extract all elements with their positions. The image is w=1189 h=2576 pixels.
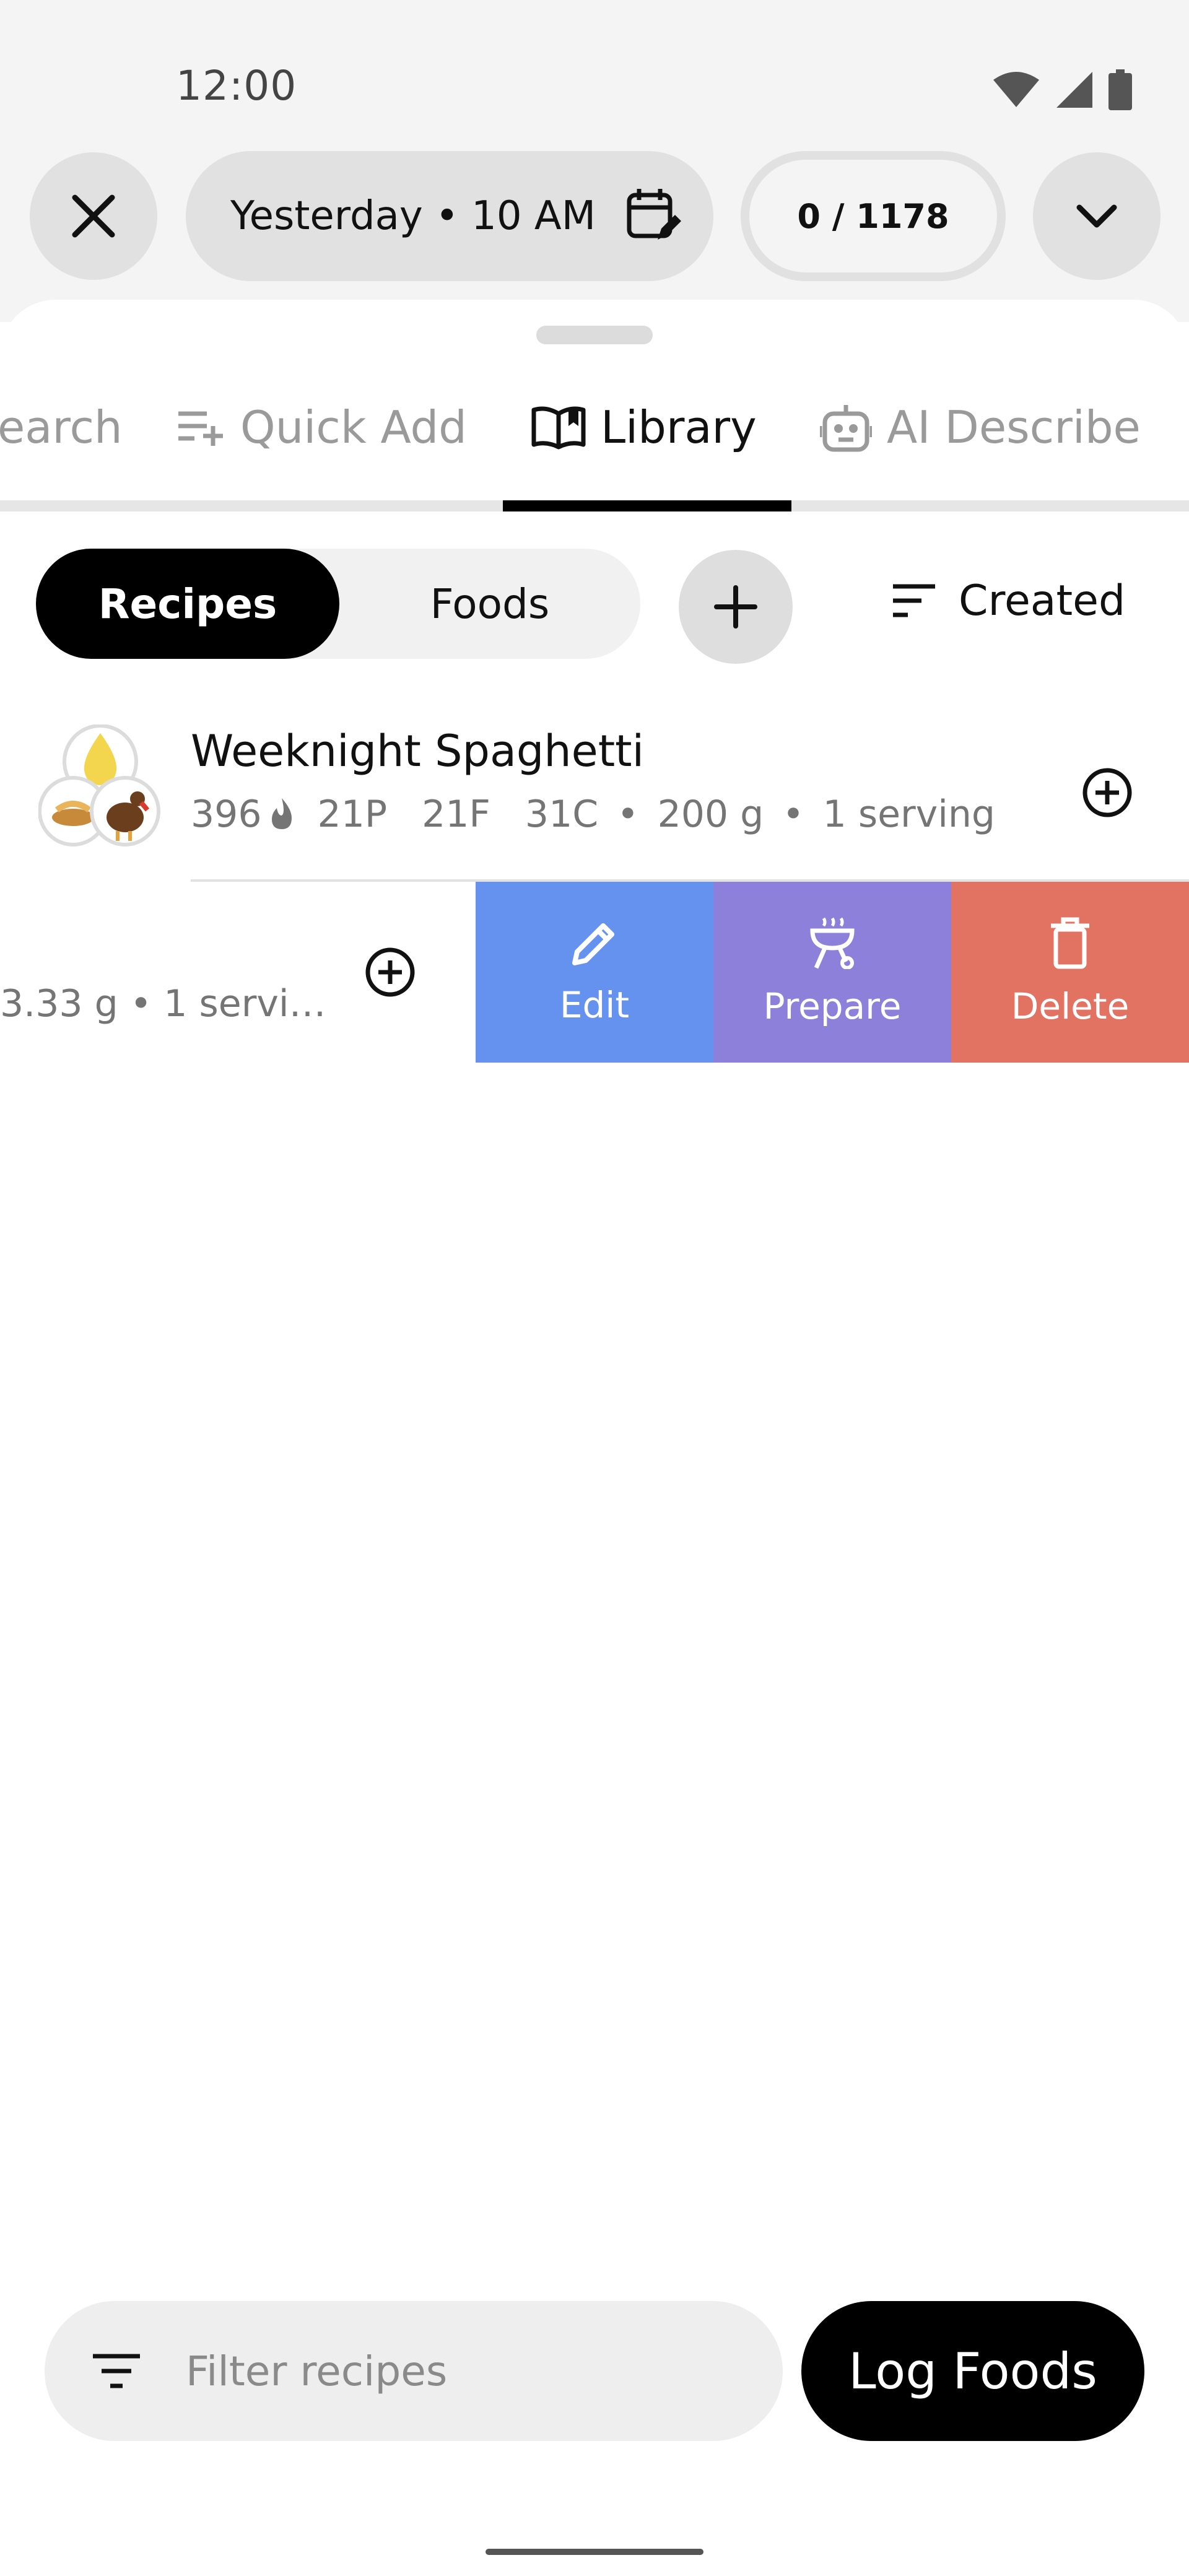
drag-handle[interactable] bbox=[536, 326, 653, 344]
plus-circle-icon bbox=[1082, 768, 1132, 817]
log-recipe-button-2[interactable] bbox=[359, 941, 421, 1003]
flame-icon bbox=[271, 798, 292, 829]
tab-ai-describe-label: AI Describe bbox=[887, 401, 1141, 453]
prepare-action-label: Prepare bbox=[763, 985, 902, 1027]
wifi-icon bbox=[993, 72, 1039, 107]
prepare-action[interactable]: Prepare bbox=[713, 882, 951, 1063]
tab-quick-add-label: Quick Add bbox=[240, 401, 467, 453]
add-recipe-button[interactable] bbox=[679, 550, 793, 664]
calorie-count[interactable]: 0 / 1178 bbox=[741, 151, 1006, 281]
close-button[interactable] bbox=[30, 152, 157, 280]
recipe-weight: 200 g bbox=[657, 793, 764, 836]
swiped-row-meta: 3.33 g • 1 servi… bbox=[0, 982, 326, 1025]
tab-quick-add[interactable]: Quick Add bbox=[176, 396, 467, 458]
battery-icon bbox=[1108, 69, 1132, 110]
status-icons bbox=[992, 69, 1132, 110]
delete-action[interactable]: Delete bbox=[951, 882, 1189, 1063]
signal-icon bbox=[1056, 72, 1092, 108]
separator-dot: • bbox=[782, 793, 804, 836]
sort-label: Created bbox=[959, 576, 1126, 625]
log-foods-button[interactable]: Log Foods bbox=[801, 2301, 1144, 2441]
tab-ai-describe[interactable]: AI Describe bbox=[820, 396, 1141, 458]
sort-icon bbox=[893, 584, 935, 617]
tab-library[interactable]: Library bbox=[531, 396, 757, 458]
playlist-add-icon bbox=[178, 411, 223, 446]
delete-action-label: Delete bbox=[1011, 985, 1130, 1027]
close-icon bbox=[72, 194, 115, 238]
recipe-title[interactable]: Weeknight Spaghetti bbox=[191, 726, 644, 777]
recipe-carbs: 31C bbox=[525, 793, 599, 836]
status-time: 12:00 bbox=[176, 62, 297, 110]
tab-library-label: Library bbox=[601, 401, 757, 453]
recipe-fat: 21F bbox=[422, 793, 490, 836]
pencil-icon bbox=[572, 923, 614, 965]
expand-button[interactable] bbox=[1033, 152, 1161, 280]
edit-action[interactable]: Edit bbox=[476, 882, 713, 1063]
open-book-icon bbox=[531, 406, 586, 450]
recipe-protein: 21P bbox=[317, 793, 388, 836]
calendar-edit-icon bbox=[627, 189, 681, 240]
tab-search-label: earch bbox=[0, 401, 123, 453]
filter-box[interactable] bbox=[45, 2301, 783, 2441]
grill-icon bbox=[810, 917, 855, 969]
recipe-nutrition: 396 21P 21F 31C • 200 g • 1 serving bbox=[191, 793, 995, 836]
log-recipe-button[interactable] bbox=[1076, 762, 1138, 824]
edit-action-label: Edit bbox=[559, 984, 630, 1026]
filter-recipes-input[interactable] bbox=[186, 2347, 681, 2395]
plus-icon bbox=[714, 585, 757, 629]
recipe-avatar bbox=[38, 724, 162, 855]
recipe-calories: 396 bbox=[191, 793, 262, 836]
date-time-label: Yesterday • 10 AM bbox=[230, 193, 596, 239]
chevron-down-icon bbox=[1076, 204, 1117, 228]
plus-circle-icon bbox=[365, 947, 415, 997]
separator-dot: • bbox=[617, 793, 639, 836]
filter-icon bbox=[93, 2354, 140, 2388]
tab-indicator bbox=[503, 500, 791, 511]
tab-search[interactable]: earch bbox=[0, 396, 123, 458]
sort-button[interactable]: Created bbox=[892, 570, 1125, 632]
date-time-selector[interactable]: Yesterday • 10 AM bbox=[186, 151, 713, 281]
robot-icon bbox=[820, 405, 872, 452]
foods-segment[interactable]: Foods bbox=[339, 549, 640, 659]
recipes-segment[interactable]: Recipes bbox=[36, 549, 339, 659]
trash-icon bbox=[1051, 917, 1089, 969]
home-indicator[interactable] bbox=[486, 2549, 703, 2555]
recipe-servings: 1 serving bbox=[822, 793, 996, 836]
